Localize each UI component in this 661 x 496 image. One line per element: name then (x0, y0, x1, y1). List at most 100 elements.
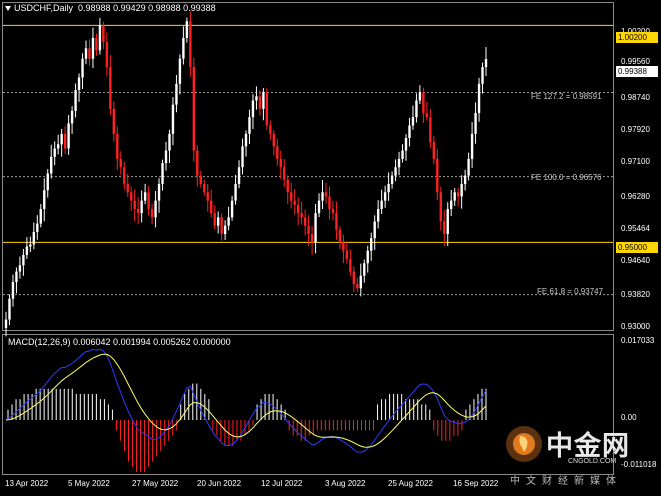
candle-body (185, 21, 189, 38)
horizontal-levels (3, 24, 613, 243)
candle-body (112, 108, 116, 134)
fib-label: FE 61.8 = 0.93747 (537, 287, 604, 296)
candle-body (119, 158, 122, 168)
candle-body (477, 83, 481, 113)
candle-body (56, 144, 60, 149)
candle-body (237, 167, 241, 184)
candle-body (102, 25, 105, 43)
date-label: 16 Sep 2022 (453, 479, 499, 488)
candle-body (216, 217, 220, 226)
candle-body (262, 92, 265, 109)
candle-body (345, 250, 349, 260)
date-label: 13 Apr 2022 (5, 479, 49, 488)
date-label: 25 Aug 2022 (388, 479, 433, 488)
candle-body (408, 125, 411, 139)
dropdown-triangle-icon[interactable] (5, 6, 11, 12)
price-chart[interactable]: USDCHF,Daily 0.98988 0.99429 0.98988 0.9… (0, 0, 661, 496)
candle-body (439, 192, 442, 222)
candle-body (328, 196, 331, 209)
date-label: 20 Jun 2022 (197, 479, 242, 488)
candle-body (168, 133, 171, 151)
candle-body (446, 208, 449, 235)
candle-body (116, 133, 119, 159)
candlesticks (4, 11, 488, 337)
candle-body (230, 200, 234, 218)
date-label: 12 Jul 2022 (261, 479, 303, 488)
candle-body (109, 67, 112, 109)
candle-body (342, 242, 345, 251)
fib-label: FE 127.2 = 0.98591 (531, 92, 602, 101)
candle-body (463, 175, 467, 184)
level-price-label: 0.95000 (616, 242, 658, 253)
current-price-label: 0.99388 (616, 66, 658, 77)
candle-body (22, 254, 25, 266)
candle-body (157, 183, 161, 201)
candle-body (404, 138, 408, 151)
candle-body (143, 192, 147, 201)
candle-body (283, 167, 286, 180)
ohlc-values: 0.98988 0.99429 0.98988 0.99388 (78, 3, 216, 13)
watermark-tagline: 中文财经新媒体 (510, 476, 622, 487)
candle-body (39, 208, 42, 224)
chart-frame (2, 2, 614, 475)
candle-body (401, 150, 404, 159)
candle-body (8, 298, 11, 320)
candle-body (411, 117, 415, 126)
candle-body (234, 183, 237, 201)
candle-body (296, 204, 300, 214)
candle-body (467, 158, 470, 176)
candle-body (98, 25, 102, 51)
candle-body (220, 217, 223, 235)
candle-body (432, 142, 436, 159)
date-label: 27 May 2022 (132, 479, 179, 488)
watermark-url: CNGOLD.COM (568, 458, 617, 465)
candle-body (324, 192, 328, 197)
candle-body (206, 192, 209, 201)
candle-body (269, 125, 272, 134)
price-tick: 0.93000 (621, 322, 650, 331)
candle-body (307, 225, 310, 235)
candle-body (422, 92, 425, 113)
price-tick: 0.98740 (621, 93, 650, 102)
candle-body (77, 77, 81, 91)
candle-body (46, 173, 49, 191)
price-tick: 0.94640 (621, 256, 650, 265)
candle-body (359, 275, 362, 289)
fibonacci-lines (3, 91, 613, 296)
candle-body (95, 37, 98, 51)
candle-body (91, 37, 95, 59)
macd-histogram (7, 383, 487, 472)
candle-body (251, 100, 255, 118)
candle-body (74, 90, 77, 111)
candle-body (130, 192, 133, 201)
candle-body (25, 246, 29, 255)
candle-body (481, 67, 484, 84)
candle-body (50, 156, 53, 174)
candle-body (279, 158, 282, 168)
candle-body (36, 223, 39, 232)
candle-body (356, 284, 359, 289)
candle-body (390, 175, 394, 184)
price-tick: 0.96280 (621, 192, 650, 201)
candle-body (460, 183, 463, 197)
watermark-logo: 中金网 CNGOLD.COM 中文财经新媒体 (500, 420, 658, 490)
candle-body (4, 319, 8, 328)
candle-body (484, 59, 488, 68)
candle-body (244, 133, 248, 147)
price-tick: 0.99560 (621, 57, 650, 66)
candle-body (105, 42, 109, 68)
candle-body (265, 92, 269, 126)
candle-body (140, 200, 143, 214)
date-label: 5 May 2022 (68, 479, 110, 488)
candle-body (376, 208, 380, 222)
candle-body (11, 282, 15, 299)
candle-body (164, 150, 168, 164)
candle-body (18, 265, 22, 272)
candle-body (370, 238, 373, 251)
candle-body (349, 259, 352, 272)
candle-body (443, 221, 446, 235)
candle-body (314, 213, 317, 243)
candle-body (290, 192, 293, 201)
candle-body (223, 225, 227, 235)
date-label: 3 Aug 2022 (325, 479, 366, 488)
